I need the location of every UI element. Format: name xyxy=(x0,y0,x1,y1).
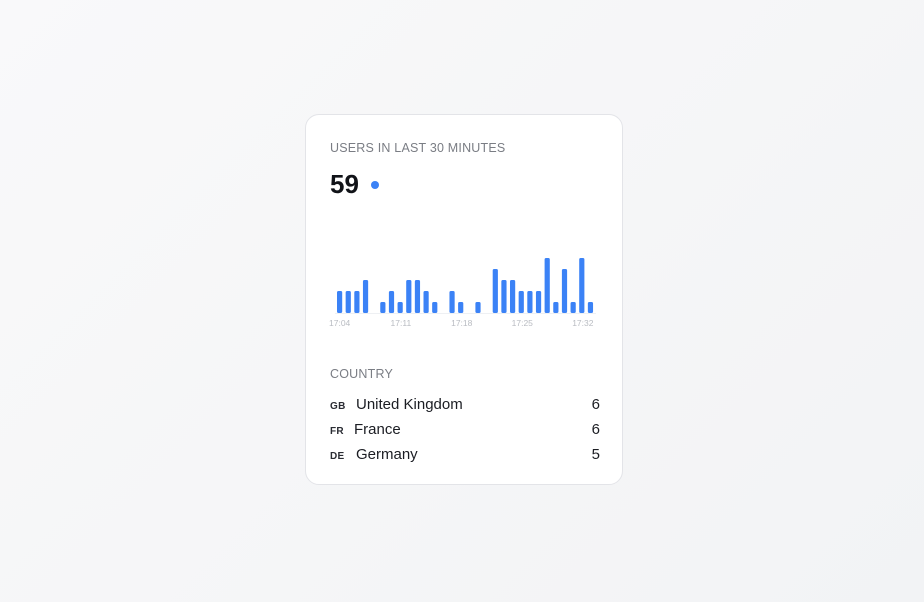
chart-bar[interactable] xyxy=(406,280,412,313)
country-code: DE xyxy=(330,451,345,462)
users-per-minute-chart: 17:04 17:11 17:18 17:25 17:32 xyxy=(329,258,596,328)
chart-bar[interactable] xyxy=(414,280,421,313)
chart-bar[interactable] xyxy=(579,258,585,313)
chart-bar[interactable] xyxy=(337,291,343,313)
x-tick-label: 17:32 xyxy=(572,318,594,328)
chart-bar[interactable] xyxy=(423,291,429,313)
country-name: France xyxy=(354,421,401,438)
chart-bar[interactable] xyxy=(553,302,559,313)
chart-bar[interactable] xyxy=(345,291,351,313)
chart-bar[interactable] xyxy=(475,302,481,313)
card-title: USERS IN LAST 30 MINUTES xyxy=(330,141,506,155)
country-row-gb[interactable]: GB United Kingdom 6 xyxy=(330,392,600,417)
chart-bar[interactable] xyxy=(397,302,403,313)
chart-bar[interactable] xyxy=(362,280,369,313)
country-list: GB United Kingdom 6 FR France 6 DE Germa… xyxy=(330,392,600,467)
country-user-count: 6 xyxy=(591,421,600,438)
active-users-card: USERS IN LAST 30 MINUTES 59 17:04 17:11 17… xyxy=(305,114,623,485)
chart-bar[interactable] xyxy=(354,291,360,313)
active-users-count: 59 xyxy=(330,169,359,199)
chart-bar[interactable] xyxy=(458,302,464,313)
x-tick-label: 17:11 xyxy=(391,318,412,328)
chart-bar[interactable] xyxy=(449,291,455,313)
chart-bar[interactable] xyxy=(492,269,498,313)
chart-bar[interactable] xyxy=(587,302,594,313)
chart-bar[interactable] xyxy=(527,291,533,313)
chart-bar[interactable] xyxy=(518,291,524,313)
country-user-count: 5 xyxy=(591,446,600,463)
metric-row: 59 xyxy=(330,167,379,201)
chart-bar[interactable] xyxy=(501,280,507,313)
chart-bar[interactable] xyxy=(510,280,516,313)
chart-bar[interactable] xyxy=(388,291,395,313)
country-row-fr[interactable]: FR France 6 xyxy=(330,417,600,442)
x-tick-label: 17:04 xyxy=(329,318,351,328)
chart-bar[interactable] xyxy=(570,302,576,313)
country-name: United Kingdom xyxy=(356,396,463,413)
chart-bar[interactable] xyxy=(544,258,550,313)
chart-bar[interactable] xyxy=(380,302,386,313)
chart-bar[interactable] xyxy=(535,291,542,313)
live-indicator-dot xyxy=(370,181,379,189)
x-tick-label: 17:25 xyxy=(512,318,534,328)
x-tick-label: 17:18 xyxy=(451,318,473,328)
country-section-header: COUNTRY xyxy=(330,367,393,381)
country-code: FR xyxy=(330,426,344,437)
country-user-count: 6 xyxy=(591,396,600,413)
chart-bar[interactable] xyxy=(432,302,438,313)
country-name: Germany xyxy=(356,446,418,463)
chart-bar[interactable] xyxy=(561,269,568,313)
country-row-de[interactable]: DE Germany 5 xyxy=(330,442,600,467)
country-code: GB xyxy=(330,401,346,412)
